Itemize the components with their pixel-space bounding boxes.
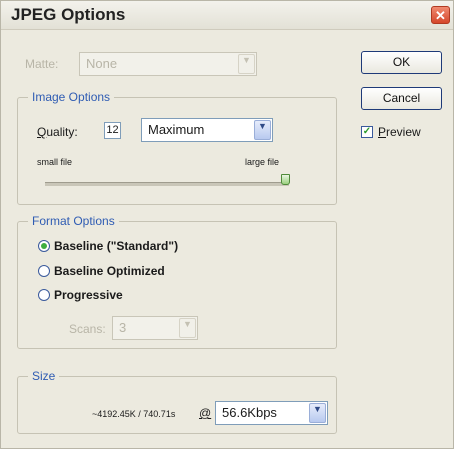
matte-label: Matte: [25,57,59,71]
quality-label: Quality: [37,125,78,139]
quality-slider-thumb[interactable] [281,174,290,185]
matte-select[interactable]: None ▼ [79,52,257,76]
progressive-radio[interactable] [38,289,50,301]
format-options-legend: Format Options [28,214,119,228]
quality-preset-value: Maximum [148,122,205,137]
baseline-optimized-label[interactable]: Baseline Optimized [54,264,165,278]
small-file-label: small file [37,157,73,167]
preview-label[interactable]: Preview [378,125,421,139]
scans-value: 3 [119,320,127,335]
chevron-down-icon: ▼ [309,403,326,423]
scans-select[interactable]: 3 ▼ [112,316,198,340]
chevron-down-icon: ▼ [254,120,271,140]
large-file-label: large file [245,157,280,167]
close-button[interactable]: ✕ [431,6,450,24]
download-speed-value: 56.6Kbps [222,405,277,420]
preview-checkbox[interactable]: ✓ [361,126,373,138]
quality-preset-select[interactable]: Maximum ▼ [141,118,273,142]
progressive-label[interactable]: Progressive [54,288,123,302]
matte-value: None [86,56,118,71]
baseline-standard-label[interactable]: Baseline ("Standard") [54,239,178,253]
quality-slider-track[interactable] [45,182,289,186]
image-options-group [17,97,337,205]
jpeg-options-dialog: JPEG Options ✕ Matte: None ▼ Image Optio… [0,0,454,449]
size-legend: Size [28,369,60,383]
image-options-legend: Image Options [28,90,115,104]
chevron-down-icon: ▼ [179,318,196,338]
download-speed-select[interactable]: 56.6Kbps ▼ [215,401,328,425]
cancel-button[interactable]: Cancel [361,87,442,110]
chevron-down-icon: ▼ [238,54,255,74]
close-icon: ✕ [435,8,446,23]
scans-label: Scans: [69,322,106,336]
baseline-optimized-radio[interactable] [38,265,50,277]
ok-button[interactable]: OK [361,51,442,74]
quality-value-input[interactable]: 12 [104,122,121,139]
size-readout: ~4192.45K / 740.71s [92,409,176,419]
dialog-title: JPEG Options [11,5,126,24]
baseline-standard-radio[interactable] [38,240,50,252]
title-bar[interactable]: JPEG Options ✕ [1,1,453,30]
at-label: @ [199,406,212,420]
